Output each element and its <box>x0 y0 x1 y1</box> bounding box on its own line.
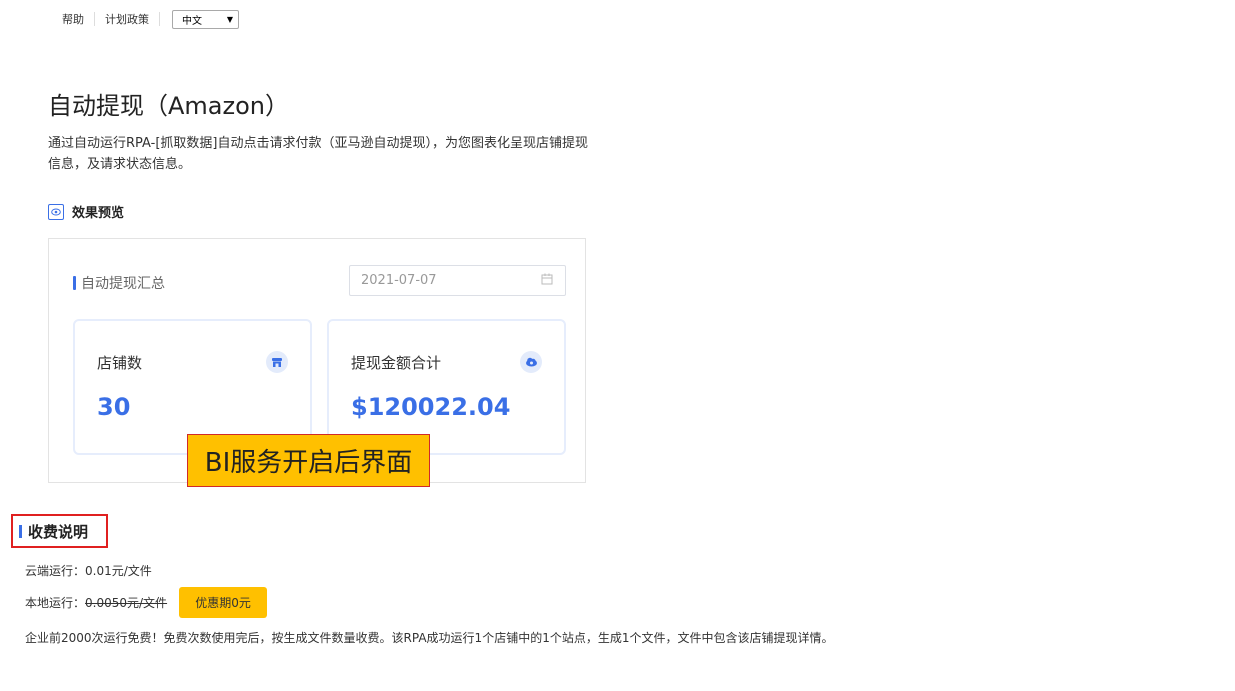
language-select[interactable]: 中文 ▼ <box>172 9 239 29</box>
fee-note: 企业前2000次运行免费！免费次数使用完后，按生成文件数量收费。该RPA成功运行… <box>25 631 834 645</box>
calendar-icon <box>541 273 553 289</box>
preview-label: 效果预览 <box>72 206 125 221</box>
card-label: 提现金额合计 <box>351 354 442 372</box>
cloud-run-price: 云端运行： 0.01元/文件 <box>25 562 152 579</box>
language-value: 中文 <box>182 15 202 27</box>
preview-heading: 效果预览 <box>48 202 124 221</box>
local-run-label: 本地运行： <box>25 596 86 610</box>
bi-service-tag: BI服务开启后界面 <box>187 434 430 487</box>
store-icon <box>266 351 288 373</box>
eye-icon <box>48 203 64 220</box>
top-nav: 帮助 计划政策 中文 ▼ <box>62 9 239 29</box>
title-accent-bar <box>73 276 76 290</box>
caret-down-icon: ▼ <box>226 14 233 24</box>
cloud-run-label: 云端运行： <box>25 564 86 578</box>
divider <box>94 12 95 26</box>
page-title: 自动提现（Amazon） <box>48 92 289 120</box>
local-run-original-price: 0.0050元/文件 <box>85 596 168 610</box>
preview-title: 自动提现汇总 <box>73 273 165 293</box>
cloud-run-value: 0.01元/文件 <box>85 564 152 578</box>
heading-accent-bar <box>19 524 22 538</box>
date-value: 2021-07-07 <box>361 273 437 288</box>
preview-title-text: 自动提现汇总 <box>81 276 165 292</box>
date-picker[interactable]: 2021-07-07 <box>349 265 566 296</box>
fee-section-heading: 收费说明 <box>11 514 108 548</box>
local-run-price: 本地运行： 0.0050元/文件 优惠期0元 <box>25 587 268 618</box>
card-value: $120022.04 <box>351 393 511 421</box>
card-value: 30 <box>97 393 131 421</box>
help-link[interactable]: 帮助 <box>62 11 84 27</box>
plan-policy-link[interactable]: 计划政策 <box>105 11 149 27</box>
fee-heading-text: 收费说明 <box>28 522 89 541</box>
card-label: 店铺数 <box>97 354 143 372</box>
promo-button[interactable]: 优惠期0元 <box>179 587 268 618</box>
divider <box>159 12 160 26</box>
cloud-money-icon <box>520 351 542 373</box>
page-description: 通过自动运行RPA-[抓取数据]自动点击请求付款（亚马逊自动提现），为您图表化呈… <box>48 136 588 172</box>
